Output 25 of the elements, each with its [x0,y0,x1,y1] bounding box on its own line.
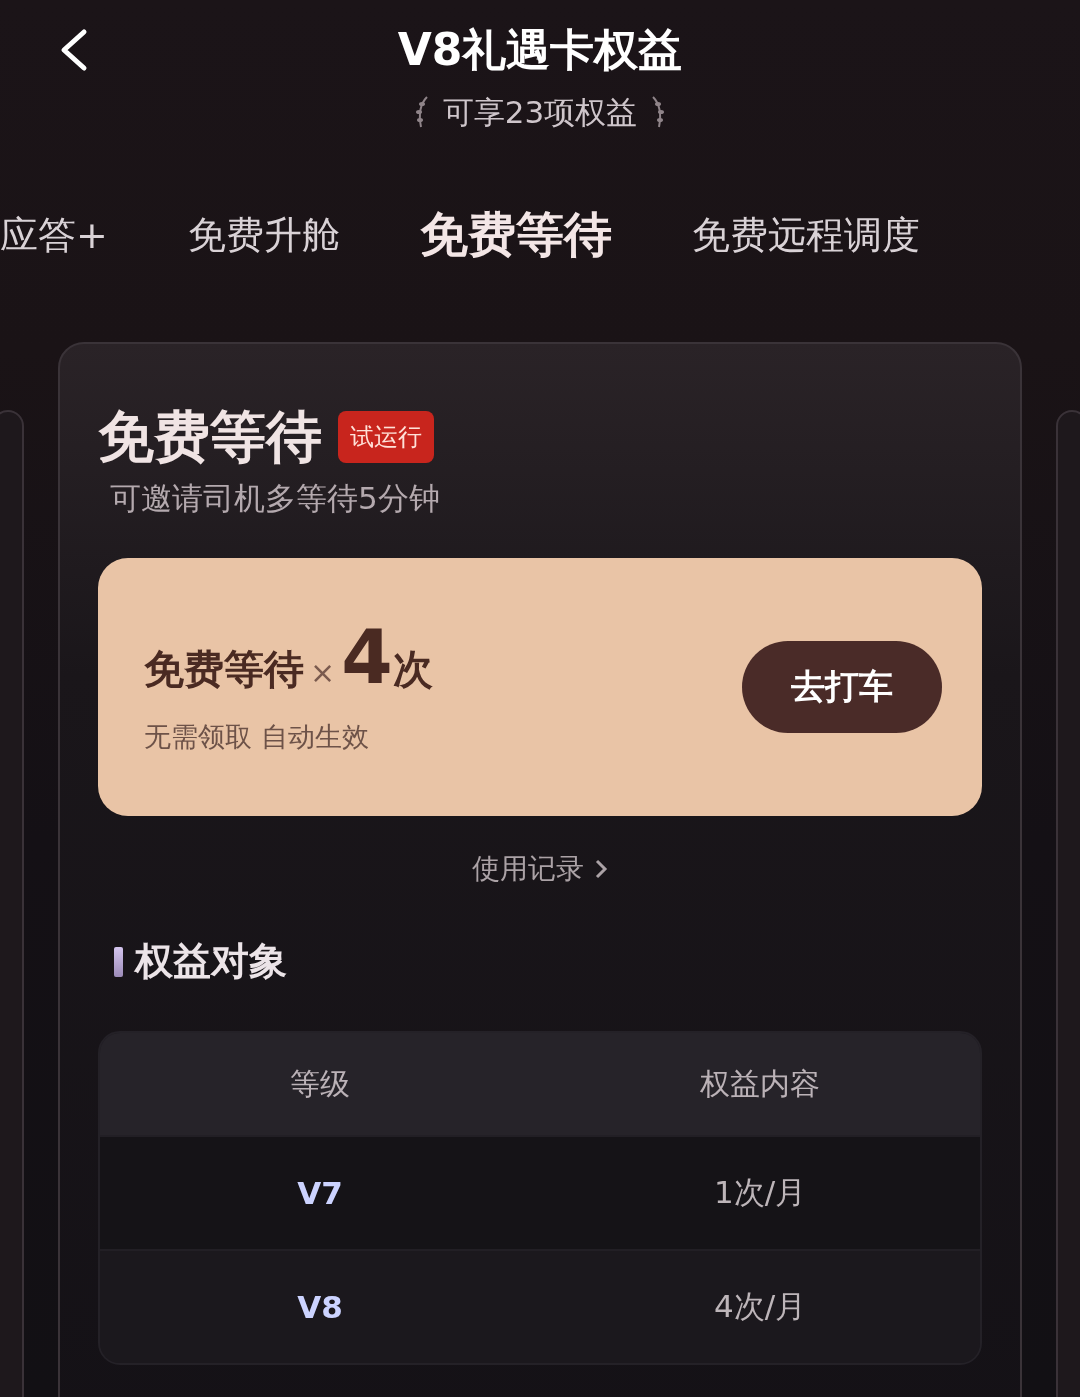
history-link[interactable]: 使用记录 [472,850,608,888]
offer-count: 4 [341,619,393,694]
section-marker [114,946,123,977]
trial-badge: 试运行 [338,411,434,463]
times-sign: × [310,654,336,690]
card-description: 可邀请司机多等待5分钟 [110,479,441,518]
benefit-tab[interactable]: 免费远程调度 [691,209,920,261]
benefit-tab[interactable]: 免费等待 [419,203,612,267]
table-cell-text: 1次/月 [713,1173,807,1212]
column-header: 权益内容 [700,1064,820,1103]
table-cell: V7 [297,1175,343,1211]
benefit-count: 可享23项权益 [442,93,638,132]
card-title: 免费等待 [98,403,322,471]
page-title: V8礼遇卡权益 [397,23,683,77]
offer-name: 免费等待 [144,644,304,694]
chevron-icon [594,858,608,880]
benefit-tab[interactable]: 应答+ [0,209,108,261]
table-cell-text: 4次/月 [713,1287,807,1326]
column-header: 等级 [290,1064,350,1103]
section-title: 权益对象 [135,938,287,985]
offer-note: 无需领取 自动生效 [144,719,370,754]
offer-unit: 次 [392,645,433,694]
benefit-tab[interactable]: 免费升舱 [187,209,340,261]
table-cell: V8 [297,1289,343,1325]
ride-button[interactable]: 去打车 [742,641,942,733]
